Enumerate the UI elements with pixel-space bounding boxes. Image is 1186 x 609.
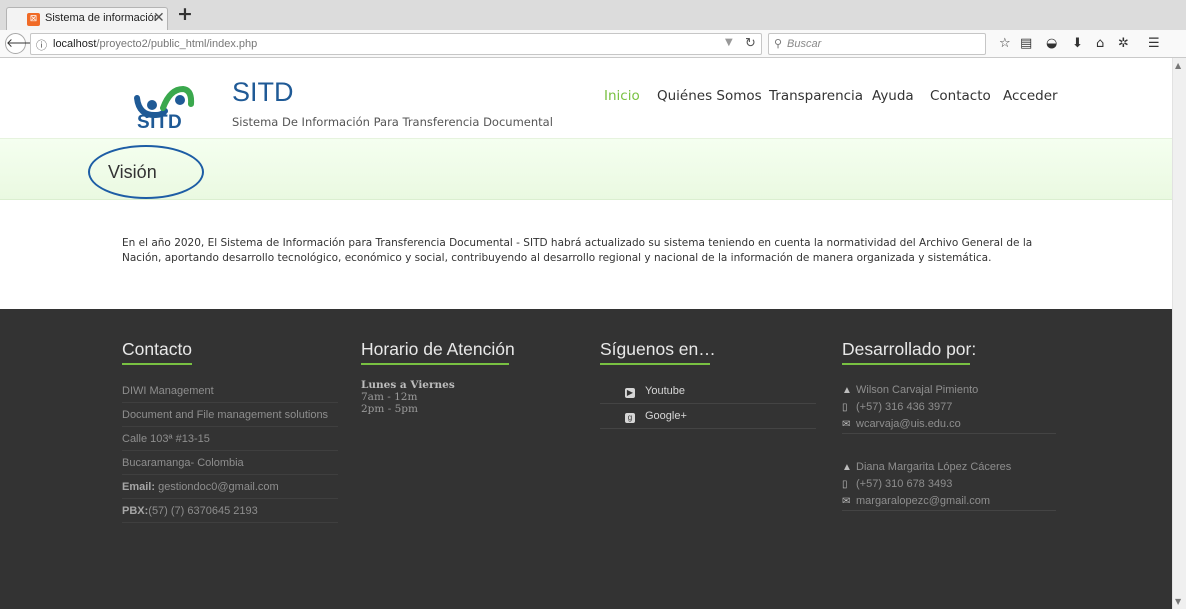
- developer-email-row: ✉ margaralopezc@gmail.com: [842, 493, 1011, 510]
- footer-developers-heading: Desarrollado por:: [842, 339, 977, 359]
- download-icon[interactable]: ⬇: [1072, 37, 1083, 51]
- nav-quienes-somos[interactable]: Quiénes Somos: [657, 88, 762, 104]
- developer-email[interactable]: margaralopezc@gmail.com: [856, 495, 990, 507]
- url-path: /proyecto2/public_html/index.php: [96, 38, 258, 50]
- url-bar[interactable]: ⓘ localhost/proyecto2/public_html/index.…: [30, 33, 762, 55]
- bookmark-star-icon[interactable]: ☆: [999, 37, 1011, 51]
- vertical-scrollbar[interactable]: [1172, 58, 1186, 609]
- search-bar[interactable]: ⚲ Buscar: [768, 33, 986, 55]
- contact-row: Bucaramanga- Colombia: [122, 451, 338, 475]
- site-subtitle: Sistema De Información Para Transferenci…: [232, 115, 553, 129]
- contact-row: Document and File management solutions: [122, 403, 338, 427]
- google-plus-icon: g: [625, 413, 635, 423]
- social-link-youtube[interactable]: ▶ Youtube: [600, 379, 816, 404]
- new-tab-button[interactable]: +: [177, 4, 193, 24]
- xampp-favicon-icon: ⊠: [27, 13, 40, 26]
- reload-icon[interactable]: ↻: [745, 36, 756, 51]
- back-arrow-icon[interactable]: 🡐: [5, 33, 38, 54]
- url-text[interactable]: localhost/proyecto2/public_html/index.ph…: [53, 38, 257, 50]
- logo-text: SITD: [137, 112, 183, 133]
- heading-underline: [842, 363, 970, 365]
- heading-underline: [122, 363, 192, 365]
- divider: [842, 510, 1056, 511]
- developer-phone: (+57) 310 678 3493: [856, 478, 953, 490]
- highlight-circle: [88, 145, 204, 199]
- close-tab-icon[interactable]: ✕: [153, 10, 165, 26]
- home-icon[interactable]: ⌂: [1096, 37, 1104, 51]
- search-placeholder: Buscar: [787, 38, 822, 50]
- developer-name-row: ▲ Diana Margarita López Cáceres: [842, 459, 1011, 476]
- tab-title: Sistema de información par: [45, 12, 157, 24]
- user-icon: ▲: [842, 385, 852, 396]
- vision-paragraph: En el año 2020, El Sistema de Informació…: [122, 237, 1033, 264]
- footer-social-heading: Síguenos en…: [600, 339, 716, 359]
- schedule-morning: 7am - 12m: [361, 391, 418, 403]
- contact-text: DIWI Management: [122, 385, 214, 397]
- developer-phone-row: ▯ (+57) 316 436 3977: [842, 399, 978, 416]
- browser-tab-bar: ⊠ Sistema de información par ✕ +: [0, 0, 1186, 30]
- heading-underline: [361, 363, 509, 365]
- social-label: Youtube: [645, 385, 685, 397]
- mobile-phone-icon: ▯: [842, 479, 848, 490]
- contact-text: Document and File management solutions: [122, 409, 329, 421]
- contact-row: Calle 103ª #13-15: [122, 427, 338, 451]
- developer-email-row: ✉ wcarvaja@uis.edu.co: [842, 416, 978, 433]
- menu-hamburger-icon[interactable]: ☰: [1148, 37, 1160, 51]
- contact-row-email: Email: gestiondoc0@gmail.com: [122, 475, 338, 499]
- nav-acceder[interactable]: Acceder: [1003, 88, 1058, 104]
- contact-text: Bucaramanga- Colombia: [122, 457, 244, 469]
- heading-underline: [600, 363, 710, 365]
- developer-card: ▲ Wilson Carvajal Pimiento ▯ (+57) 316 436…: [842, 382, 978, 433]
- developer-phone-row: ▯ (+57) 310 678 3493: [842, 476, 1011, 493]
- youtube-icon: ▶: [625, 388, 635, 398]
- envelope-icon: ✉: [842, 496, 851, 507]
- developer-name: Wilson Carvajal Pimiento: [856, 384, 979, 396]
- schedule-block: Lunes a Viernes 7am - 12m 2pm - 5pm: [361, 379, 455, 415]
- user-icon: ▲: [842, 462, 852, 473]
- nav-transparencia[interactable]: Transparencia: [769, 88, 863, 104]
- schedule-days: Lunes a Viernes: [361, 379, 455, 391]
- scroll-up-arrow-icon[interactable]: ▲: [1175, 61, 1181, 70]
- nav-contacto[interactable]: Contacto: [930, 88, 991, 104]
- pbx-label: PBX:: [122, 505, 149, 517]
- developer-name-row: ▲ Wilson Carvajal Pimiento: [842, 382, 978, 399]
- mobile-phone-icon: ▯: [842, 402, 848, 413]
- nav-inicio[interactable]: Inicio: [604, 88, 640, 104]
- site-title[interactable]: SITD: [232, 77, 294, 108]
- developer-name: Diana Margarita López Cáceres: [856, 461, 1012, 473]
- contact-row: DIWI Management: [122, 379, 338, 403]
- envelope-icon: ✉: [842, 419, 851, 430]
- scroll-down-arrow-icon[interactable]: ▼: [1175, 597, 1181, 606]
- search-icon: ⚲: [774, 37, 783, 50]
- social-link-google-plus[interactable]: g Google+: [600, 404, 816, 429]
- social-label: Google+: [645, 410, 687, 422]
- page-viewport: SITD SITD Sistema De Información Para Tr…: [0, 58, 1172, 609]
- email-value[interactable]: gestiondoc0@gmail.com: [155, 481, 279, 493]
- info-icon[interactable]: ⓘ: [36, 37, 47, 53]
- contact-row-pbx: PBX:(57) (7) 6370645 2193: [122, 499, 338, 523]
- contact-text: Calle 103ª #13-15: [122, 433, 210, 445]
- url-host: localhost: [53, 38, 97, 50]
- browser-tab[interactable]: ⊠ Sistema de información par ✕: [6, 7, 168, 30]
- bookmarks-library-icon[interactable]: ▤: [1020, 37, 1032, 51]
- extension-icon[interactable]: ✲: [1118, 37, 1129, 51]
- url-dropdown-icon[interactable]: ▼: [725, 37, 733, 48]
- contact-list: DIWI Management Document and File manage…: [122, 379, 338, 539]
- pbx-value: (57) (7) 6370645 2193: [148, 505, 258, 517]
- nav-ayuda[interactable]: Ayuda: [872, 88, 914, 104]
- pocket-icon[interactable]: ◒: [1046, 37, 1057, 51]
- divider: [842, 433, 1056, 434]
- footer-contact-heading: Contacto: [122, 339, 193, 359]
- developer-phone: (+57) 316 436 3977: [856, 401, 953, 413]
- footer: Contacto DIWI Management Document and Fi…: [0, 309, 1172, 609]
- developer-email[interactable]: wcarvaja@uis.edu.co: [856, 418, 961, 430]
- footer-schedule-heading: Horario de Atención: [361, 339, 515, 359]
- schedule-afternoon: 2pm - 5pm: [361, 403, 418, 415]
- developer-card: ▲ Diana Margarita López Cáceres ▯ (+57) 31…: [842, 459, 1011, 510]
- browser-toolbar: 🡐 ⓘ localhost/proyecto2/public_html/inde…: [0, 30, 1186, 58]
- email-label: Email:: [122, 481, 156, 493]
